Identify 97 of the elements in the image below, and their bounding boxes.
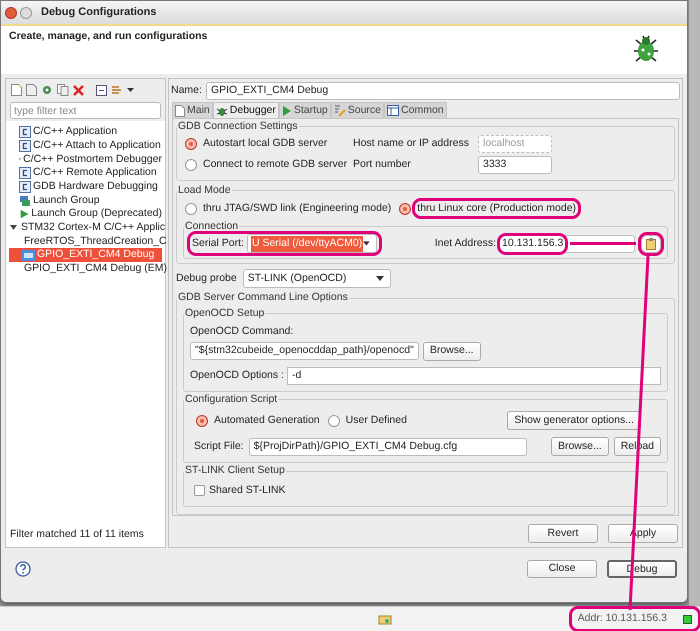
dropdown-value: ST-LINK (OpenOCD) [246, 270, 348, 286]
tree-label: FreeRTOS_ThreadCreation_C [24, 234, 167, 249]
tree-item[interactable]: Launch Group (Deprecated) [9, 207, 162, 222]
text-field[interactable]: 3333 [478, 156, 552, 174]
tree-label: STM32 Cortex-M C/C++ Applic [21, 220, 166, 236]
radio-button[interactable] [185, 138, 197, 150]
radio-button[interactable] [399, 202, 412, 214]
dropdown[interactable]: ST-LINK (OpenOCD) [242, 269, 391, 288]
file-icon[interactable] [26, 84, 37, 96]
tree-label: GPIO_EXTI_CM4 Debug [37, 247, 154, 262]
serial-port-label: Serial Port: [192, 236, 244, 251]
play-icon [19, 208, 30, 220]
filter-field[interactable]: type filter text [10, 102, 161, 119]
checkbox[interactable] [194, 485, 205, 496]
group-title: Load Mode [177, 182, 232, 198]
radio-label: User Defined [344, 412, 408, 428]
text-field[interactable]: "${stm32cubeide_openocddap_path}/openocd" [190, 342, 419, 360]
radio-label: thru JTAG/SWD link (Engineering mode) [202, 200, 392, 216]
filter-icon[interactable] [111, 84, 123, 96]
table-icon [387, 105, 400, 116]
radio-button[interactable] [185, 158, 197, 171]
paste-button[interactable] [641, 234, 661, 253]
tree-label: Launch Group [33, 192, 100, 208]
tree-item[interactable]: C/C++ Application [9, 125, 162, 139]
tree-item[interactable]: C/C++ Attach to Application [9, 138, 162, 153]
port-label: Port number [353, 156, 412, 172]
browse-button[interactable]: Browse... [550, 437, 609, 456]
source-icon [334, 104, 346, 116]
tree-label: Launch Group (Deprecated) [31, 206, 162, 222]
tree-item[interactable]: Launch Group [9, 194, 162, 208]
radio-label: thru Linux core (Production mode) [415, 200, 578, 216]
minimize-icon[interactable] [20, 6, 32, 18]
checkbox-label: Shared ST-LINK [209, 483, 286, 498]
name-field[interactable]: GPIO_EXTI_CM4 Debug [206, 82, 680, 100]
group-title: GDB Server Command Line Options [177, 290, 349, 306]
clipboard-icon [646, 238, 656, 250]
ide-icon [22, 250, 35, 261]
tree-label: GPIO_EXTI_CM4 Debug (EM) [24, 261, 167, 276]
tab[interactable]: Source [330, 102, 384, 118]
text-field[interactable]: ${ProjDirPath}/GPIO_EXTI_CM4 Debug.cfg [248, 438, 527, 456]
script-file-label: Script File: [194, 438, 244, 454]
radio-label: Connect to remote GDB server [202, 156, 348, 172]
folder-icon[interactable] [378, 613, 392, 625]
tree-item[interactable]: C/C++ Remote Application [9, 166, 162, 180]
group-title: Connection [184, 218, 240, 234]
new-file-icon[interactable] [11, 84, 22, 96]
group-icon [19, 194, 31, 207]
host-label: Host name or IP address [353, 136, 470, 151]
window-title: Debug Configurations [41, 5, 156, 20]
tree-item[interactable]: GPIO_EXTI_CM4 Debug [9, 248, 162, 262]
tree-label: C/C++ Remote Application [33, 165, 157, 180]
close-icon[interactable] [5, 6, 17, 18]
play-icon [282, 104, 292, 116]
inet-address-label: Inet Address: [434, 236, 496, 251]
browse-button[interactable]: Browse... [422, 342, 481, 360]
tree-label: C/C++ Postmortem Debugger [23, 152, 162, 167]
tree-label: C/C++ Application [33, 124, 118, 140]
copy-icon[interactable] [57, 84, 69, 96]
tree-item[interactable]: C/C++ Postmortem Debugger [9, 152, 162, 166]
expand-arrow-icon[interactable] [10, 224, 17, 232]
radio-button[interactable] [196, 414, 208, 427]
text-field[interactable]: -d [286, 366, 661, 384]
debug-probe-label: Debug probe [176, 270, 237, 286]
name-label: Name: [171, 83, 202, 98]
delete-icon[interactable] [73, 84, 84, 96]
tab[interactable]: Common [384, 102, 447, 118]
collapse-icon[interactable] [96, 84, 107, 96]
radio-label: Autostart local GDB server [202, 136, 328, 151]
caret-icon[interactable] [127, 88, 134, 92]
tree-label: GDB Hardware Debugging [33, 178, 158, 194]
help-icon[interactable] [15, 561, 31, 577]
command-label: OpenOCD Command: [190, 324, 294, 339]
options-label: OpenOCD Options : [190, 368, 284, 383]
tab[interactable]: Debugger [212, 102, 279, 118]
group-title: ST-LINK Client Setup [184, 463, 286, 478]
generator-options-button[interactable]: Show generator options... [507, 411, 641, 430]
radio-button[interactable] [328, 414, 340, 427]
status-led-icon [683, 614, 692, 624]
tree-item[interactable]: GDB Hardware Debugging [9, 180, 162, 194]
group-title: OpenOCD Setup [184, 306, 266, 321]
group-title: Configuration Script [184, 392, 278, 406]
address-text: Addr: 10.131.156.3 [578, 611, 667, 626]
tab[interactable]: Main [172, 102, 213, 118]
tab[interactable]: Startup [278, 102, 331, 118]
gear-icon[interactable] [41, 84, 53, 96]
filter-status: Filter matched 11 of 11 items [9, 527, 145, 542]
dropdown-value: U Serial (/dev/ttyACM0) [250, 236, 364, 252]
radio-label: Automated Generation [213, 412, 321, 428]
action-button[interactable]: Revert [528, 524, 598, 543]
dialog-button[interactable]: Close [527, 560, 597, 578]
tree-label: C/C++ Attach to Application [33, 138, 161, 153]
radio-button[interactable] [185, 202, 197, 214]
dialog-subtitle: Create, manage, and run configurations [9, 29, 208, 44]
caret-icon [363, 241, 370, 246]
group-title: GDB Connection Settings [177, 119, 299, 134]
document-icon [175, 104, 185, 116]
caret-icon [376, 276, 384, 282]
